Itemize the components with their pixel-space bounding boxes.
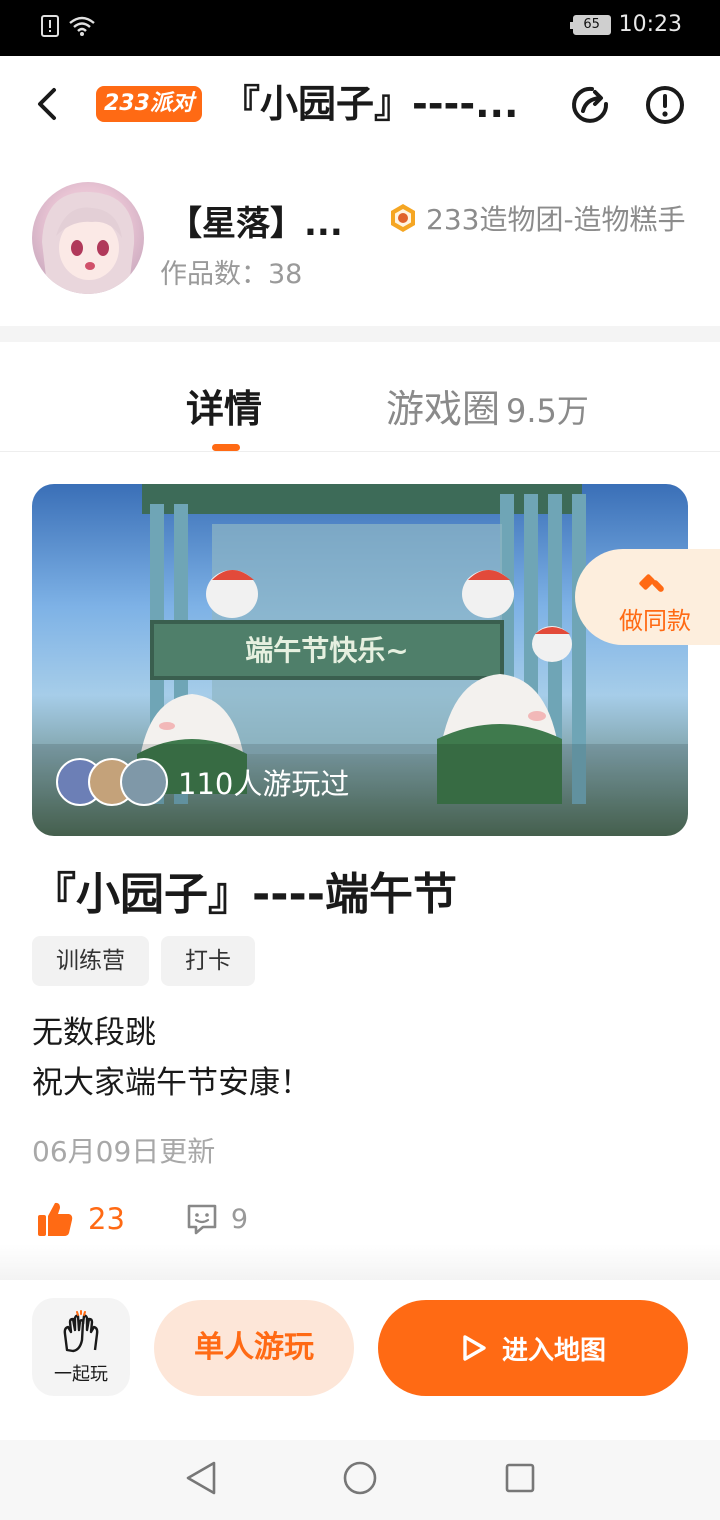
avatar-illustration xyxy=(42,191,135,294)
author-section[interactable]: 【星落】... 作品数：38 233造物团-造物糕手 xyxy=(0,170,720,320)
report-icon xyxy=(646,86,684,124)
enter-map-button[interactable]: 进入地图 xyxy=(378,1300,688,1396)
alert-icon xyxy=(41,15,59,37)
enter-map-label: 进入地图 xyxy=(501,1335,606,1366)
high-five-icon xyxy=(63,1310,99,1353)
works-count: 作品数：38 xyxy=(160,259,303,290)
tab-game-circle[interactable]: 游戏圈 9.5万 xyxy=(386,378,589,433)
chevron-left-icon xyxy=(38,88,56,120)
nav-back-icon[interactable] xyxy=(184,1460,218,1496)
author-name[interactable]: 【星落】... xyxy=(168,196,348,245)
play-together-button[interactable]: 一起玩 xyxy=(32,1298,130,1396)
game-cover-image[interactable]: 端午节快乐~ 110人游玩过 xyxy=(32,484,688,836)
tag-checkin[interactable]: 打卡 xyxy=(161,936,255,986)
tab-bar: 详情 游戏圈 9.5万 xyxy=(0,342,720,452)
nav-home-icon[interactable] xyxy=(342,1460,378,1496)
game-title: 『小园子』----端午节 xyxy=(32,869,458,920)
organization-name: 233造物团-造物糕手 xyxy=(426,203,686,236)
active-tab-indicator xyxy=(212,444,240,451)
system-nav-bar xyxy=(0,1440,720,1520)
wifi-icon xyxy=(69,16,95,36)
battery-icon: 65 xyxy=(569,14,611,35)
game-description: 无数段跳 祝大家端午节安康！ xyxy=(32,1008,311,1108)
tab-detail[interactable]: 详情 xyxy=(186,378,262,433)
top-bar: 233派对 『小园子』----... xyxy=(0,56,720,156)
comment-count: 9 xyxy=(230,1203,249,1235)
hammer-icon xyxy=(639,574,664,592)
single-play-button[interactable]: 单人游玩 xyxy=(154,1300,354,1396)
clock: 10:23 xyxy=(618,12,682,37)
svg-text:端午节快乐~: 端午节快乐~ xyxy=(245,634,408,667)
report-button[interactable] xyxy=(644,84,686,126)
nav-recent-icon[interactable] xyxy=(504,1462,536,1494)
section-divider xyxy=(0,326,720,342)
author-avatar[interactable] xyxy=(32,182,144,294)
back-button[interactable] xyxy=(26,82,70,126)
medal-icon xyxy=(391,204,415,232)
description-line: 祝大家端午节安康！ xyxy=(32,1065,311,1101)
tag-list: 训练营 打卡 xyxy=(32,936,255,986)
scroll-fade xyxy=(0,1244,720,1280)
action-bar: 一起玩 单人游玩 进入地图 xyxy=(0,1280,720,1440)
player-avatar xyxy=(120,758,168,806)
author-organization[interactable]: 233造物团-造物糕手 xyxy=(388,198,686,238)
make-same-label: 做同款 xyxy=(619,607,691,635)
tab-game-circle-label: 游戏圈 xyxy=(386,387,501,431)
share-button[interactable] xyxy=(570,84,612,126)
stats-row: 23 9 xyxy=(36,1200,248,1238)
played-count: 110人游玩过 xyxy=(178,767,350,801)
description-line: 无数段跳 xyxy=(32,1015,156,1051)
like-count: 23 xyxy=(88,1202,125,1236)
status-left xyxy=(40,14,96,38)
thumbs-up-icon[interactable] xyxy=(36,1200,74,1238)
play-together-label: 一起玩 xyxy=(54,1364,108,1385)
play-icon xyxy=(463,1335,486,1361)
make-same-button[interactable]: 做同款 xyxy=(575,549,720,645)
party-badge: 233派对 xyxy=(96,86,202,122)
comment-icon[interactable] xyxy=(185,1202,219,1236)
status-bar: 65 10:23 xyxy=(0,0,720,56)
page-title: 『小园子』----... xyxy=(222,82,519,126)
share-icon xyxy=(572,86,609,123)
tab-game-circle-count: 9.5万 xyxy=(506,392,589,430)
status-right: 65 10:23 xyxy=(569,12,682,37)
played-info: 110人游玩过 xyxy=(56,758,349,806)
tag-training[interactable]: 训练营 xyxy=(32,936,149,986)
update-date: 06月09日更新 xyxy=(32,1135,216,1168)
